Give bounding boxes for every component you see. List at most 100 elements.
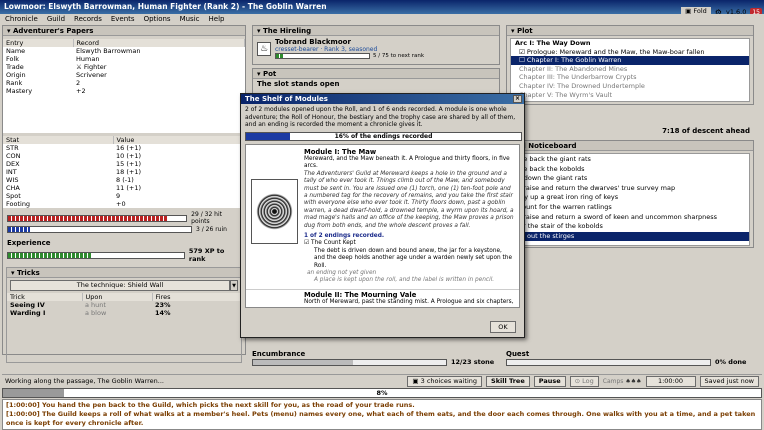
chapter-progress-bar: 8%: [2, 388, 762, 398]
menu-options[interactable]: Options: [144, 15, 171, 24]
quest-bar: [506, 358, 711, 366]
descent-value: 7:18 of descent ahead: [662, 127, 750, 135]
entry-cell: Rank: [6, 79, 23, 87]
table-row[interactable]: STR 16 (+1): [3, 144, 245, 152]
column-header[interactable]: Trick: [7, 293, 83, 301]
event-log[interactable]: [1:00:00] You hand the pen back to the G…: [2, 399, 762, 430]
choices-waiting-button[interactable]: ▣ 3 choices waiting: [407, 375, 483, 387]
experience-value: 579 XP to rank: [188, 247, 225, 263]
stat-value: 8 (-1): [116, 176, 134, 184]
column-header[interactable]: Upon: [82, 293, 153, 301]
plot-chapter-item[interactable]: Chapter IV: The Drowned Undertemple: [511, 82, 749, 91]
table-row[interactable]: DEX 15 (+1): [3, 160, 245, 168]
hireling-crest-icon: ♨: [257, 41, 271, 56]
stat-name: Footing: [6, 200, 31, 208]
table-row[interactable]: Footing +0: [3, 200, 245, 208]
camps-label: Camps: [602, 377, 624, 385]
column-header[interactable]: Entry: [3, 39, 74, 47]
plot-chapter-item[interactable]: ☐ Chapter I: The Goblin Warren: [511, 56, 749, 65]
column-header[interactable]: Stat: [3, 136, 114, 144]
module-card-maw[interactable]: Module I: The Maw Mereward, and the Maw …: [246, 145, 519, 289]
noticeboard-item[interactable]: rive back the kobolds: [511, 165, 749, 175]
noticeboard-item[interactable]: ccount for the warren ratlings: [511, 203, 749, 213]
ending-count-kept: ☑ The Count Kept: [304, 240, 356, 247]
plot-chapter-item[interactable]: Chapter II: The Abandoned Mines: [511, 65, 749, 74]
menu-bar: Chronicle Guild Records Events Options M…: [0, 14, 764, 25]
table-row[interactable]: Name Elswyth Barrowman: [3, 47, 245, 55]
table-row[interactable]: Trade ⚔ Fighter: [3, 63, 245, 71]
dialog-intro: 2 of 2 modules opened upon the Roll, and…: [245, 106, 516, 128]
experience-bar-fill: [8, 252, 93, 258]
menu-guild[interactable]: Guild: [47, 15, 65, 24]
noticeboard-item[interactable]: arry up a great iron ring of keys: [511, 193, 749, 203]
stat-value: 9: [116, 192, 121, 200]
empty-space: [3, 95, 73, 133]
saved-indicator: Saved just now: [699, 375, 759, 387]
hireling-subtitle: cresset-bearer · Rank 3, seasoned: [275, 46, 378, 53]
experience-section: Experience 579 XP to rank: [3, 233, 245, 263]
table-row[interactable]: CON 10 (+1): [3, 152, 245, 160]
hp-row: 29 / 32 hit points: [3, 211, 245, 225]
camp-flame-icon: ♠♠♠: [625, 377, 642, 385]
entry-cell: Origin: [6, 71, 26, 79]
stat-name: CON: [6, 152, 21, 160]
modules-dialog: The Shelf of Modules × 2 of 2 modules op…: [240, 93, 525, 338]
noticeboard-item[interactable]: oin out the stirges: [511, 231, 749, 242]
menu-help[interactable]: Help: [209, 15, 225, 24]
window-title: Lowmoor: Elswyth Barrowman, Human Fighte…: [4, 2, 327, 11]
trick-upon: a hunt: [85, 301, 106, 309]
module-subtitle: North of Mereward, past the standing mis…: [304, 299, 514, 306]
table-row[interactable]: Warding I a blow 14%: [7, 309, 241, 317]
table-row[interactable]: Spot 9: [3, 192, 245, 200]
module-card-vale[interactable]: Module II: The Mourning Vale North of Me…: [246, 288, 519, 307]
pause-button[interactable]: Pause: [533, 375, 566, 387]
skill-tree-button[interactable]: Skill Tree: [486, 375, 530, 387]
table-row[interactable]: INT 18 (+1): [3, 168, 245, 176]
close-icon[interactable]: ×: [513, 95, 522, 103]
modules-list[interactable]: Module I: The Maw Mereward, and the Maw …: [245, 143, 520, 308]
stat-value: 18 (+1): [116, 168, 141, 176]
noticeboard-item[interactable]: ppraise and return the dwarves' true sur…: [511, 184, 749, 194]
table-row[interactable]: CHA 11 (+1): [3, 184, 245, 192]
table-row[interactable]: Folk Human: [3, 55, 245, 63]
noticeboard-item[interactable]: ear the stair of the kobolds: [511, 222, 749, 232]
table-row[interactable]: Seeing IV a hunt 23%: [7, 301, 241, 309]
log-label: Log: [582, 376, 594, 385]
time-display: 1:00:00: [645, 375, 696, 387]
tricks-panel: ▾ Tricks The technique: Shield Wall ▼ Tr…: [6, 267, 242, 363]
column-header[interactable]: Record: [73, 39, 245, 47]
menu-records[interactable]: Records: [74, 15, 102, 24]
noticeboard-item[interactable]: ppraise and return a sword of keen and u…: [511, 213, 749, 223]
module-subtitle: Mereward, and the Maw beneath it. A Prol…: [304, 155, 510, 170]
column-header[interactable]: Value: [113, 136, 245, 144]
plot-chapter-item[interactable]: Chapter V: The Wyrm's Vault: [511, 91, 749, 100]
menu-chronicle[interactable]: Chronicle: [5, 15, 38, 24]
ok-button[interactable]: OK: [490, 321, 516, 333]
table-row[interactable]: Rank 2: [3, 79, 245, 87]
table-row[interactable]: WIS 8 (-1): [3, 176, 245, 184]
column-header[interactable]: Fires: [152, 293, 241, 301]
encumbrance-bar-fill: [253, 359, 354, 365]
encumbrance-bar: [252, 358, 447, 366]
module-title: Module I: The Maw: [304, 147, 377, 156]
trick-fires: 23%: [155, 301, 171, 309]
ruin-label: 3 / 26 ruin: [196, 226, 227, 233]
chapter-progress: 8%: [2, 388, 762, 398]
log-button[interactable]: ⊙ Log: [569, 375, 599, 387]
dialog-title-bar: The Shelf of Modules ×: [241, 94, 524, 104]
chevron-down-icon[interactable]: ▼: [230, 280, 238, 291]
hireling-progress: 5 / 75 to next rank: [373, 53, 425, 59]
menu-music[interactable]: Music: [180, 15, 200, 24]
log-line: [1:00:00] You hand the pen back to the G…: [6, 401, 415, 409]
menu-events[interactable]: Events: [111, 15, 135, 24]
table-row[interactable]: Origin Scrivener: [3, 71, 245, 79]
noticeboard-title: uild Noticeboard: [507, 141, 753, 151]
plot-chapter-item[interactable]: Chapter III: The Underbarrow Crypts: [511, 73, 749, 82]
experience-label: Experience: [7, 239, 51, 247]
ending-unrecorded: an ending not yet given: [307, 270, 377, 276]
noticeboard-item[interactable]: ut down the giant rats: [511, 174, 749, 184]
table-row[interactable]: Mastery +2: [3, 87, 245, 95]
noticeboard-item[interactable]: rive back the giant rats: [511, 155, 749, 165]
plot-chapter-item[interactable]: ☑ Prologue: Mereward and the Maw, the Ma…: [511, 48, 749, 57]
technique-select[interactable]: The technique: Shield Wall: [10, 280, 230, 291]
